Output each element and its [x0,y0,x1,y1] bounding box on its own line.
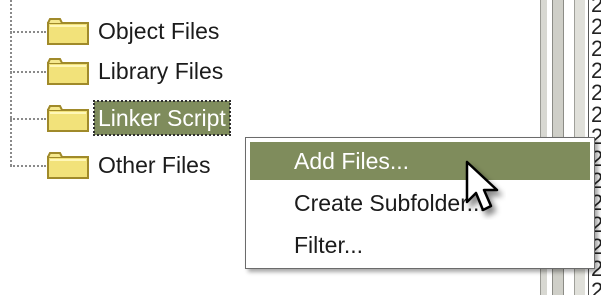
menu-item-filter[interactable]: Filter... [250,226,590,264]
tree-item-label: Object Files [98,18,220,44]
tree-item-linker-script[interactable]: Linker Script [10,99,370,139]
cell-value: 2 [591,104,601,126]
tree-branch-line [10,71,46,73]
arrow-cursor-icon [465,160,499,212]
folder-icon [47,18,89,45]
cell-value: 2 [591,280,601,295]
cell-value: 2 [591,38,601,60]
cell-value: 2 [591,82,601,104]
folder-icon [47,105,89,132]
cell-value: 2 [591,60,601,82]
folder-icon [47,58,89,85]
menu-item-add-files[interactable]: Add Files... [250,142,590,180]
tree-item-library-files[interactable]: Library Files [10,52,370,92]
tree-item-label: Other Files [98,152,211,178]
tree-item-label: Library Files [98,58,224,84]
tree-branch-line [10,31,46,33]
cell-value: 2 [591,16,601,38]
tree-item-label: Linker Script [93,100,231,136]
tree-item-object-files[interactable]: Object Files [10,12,370,52]
tree-branch-line [10,118,46,120]
tree-branch-line [10,165,46,167]
folder-icon [47,152,89,179]
context-menu: Add Files... Create Subfolder... Filter.… [245,137,595,269]
menu-item-create-subfolder[interactable]: Create Subfolder... [250,184,590,222]
